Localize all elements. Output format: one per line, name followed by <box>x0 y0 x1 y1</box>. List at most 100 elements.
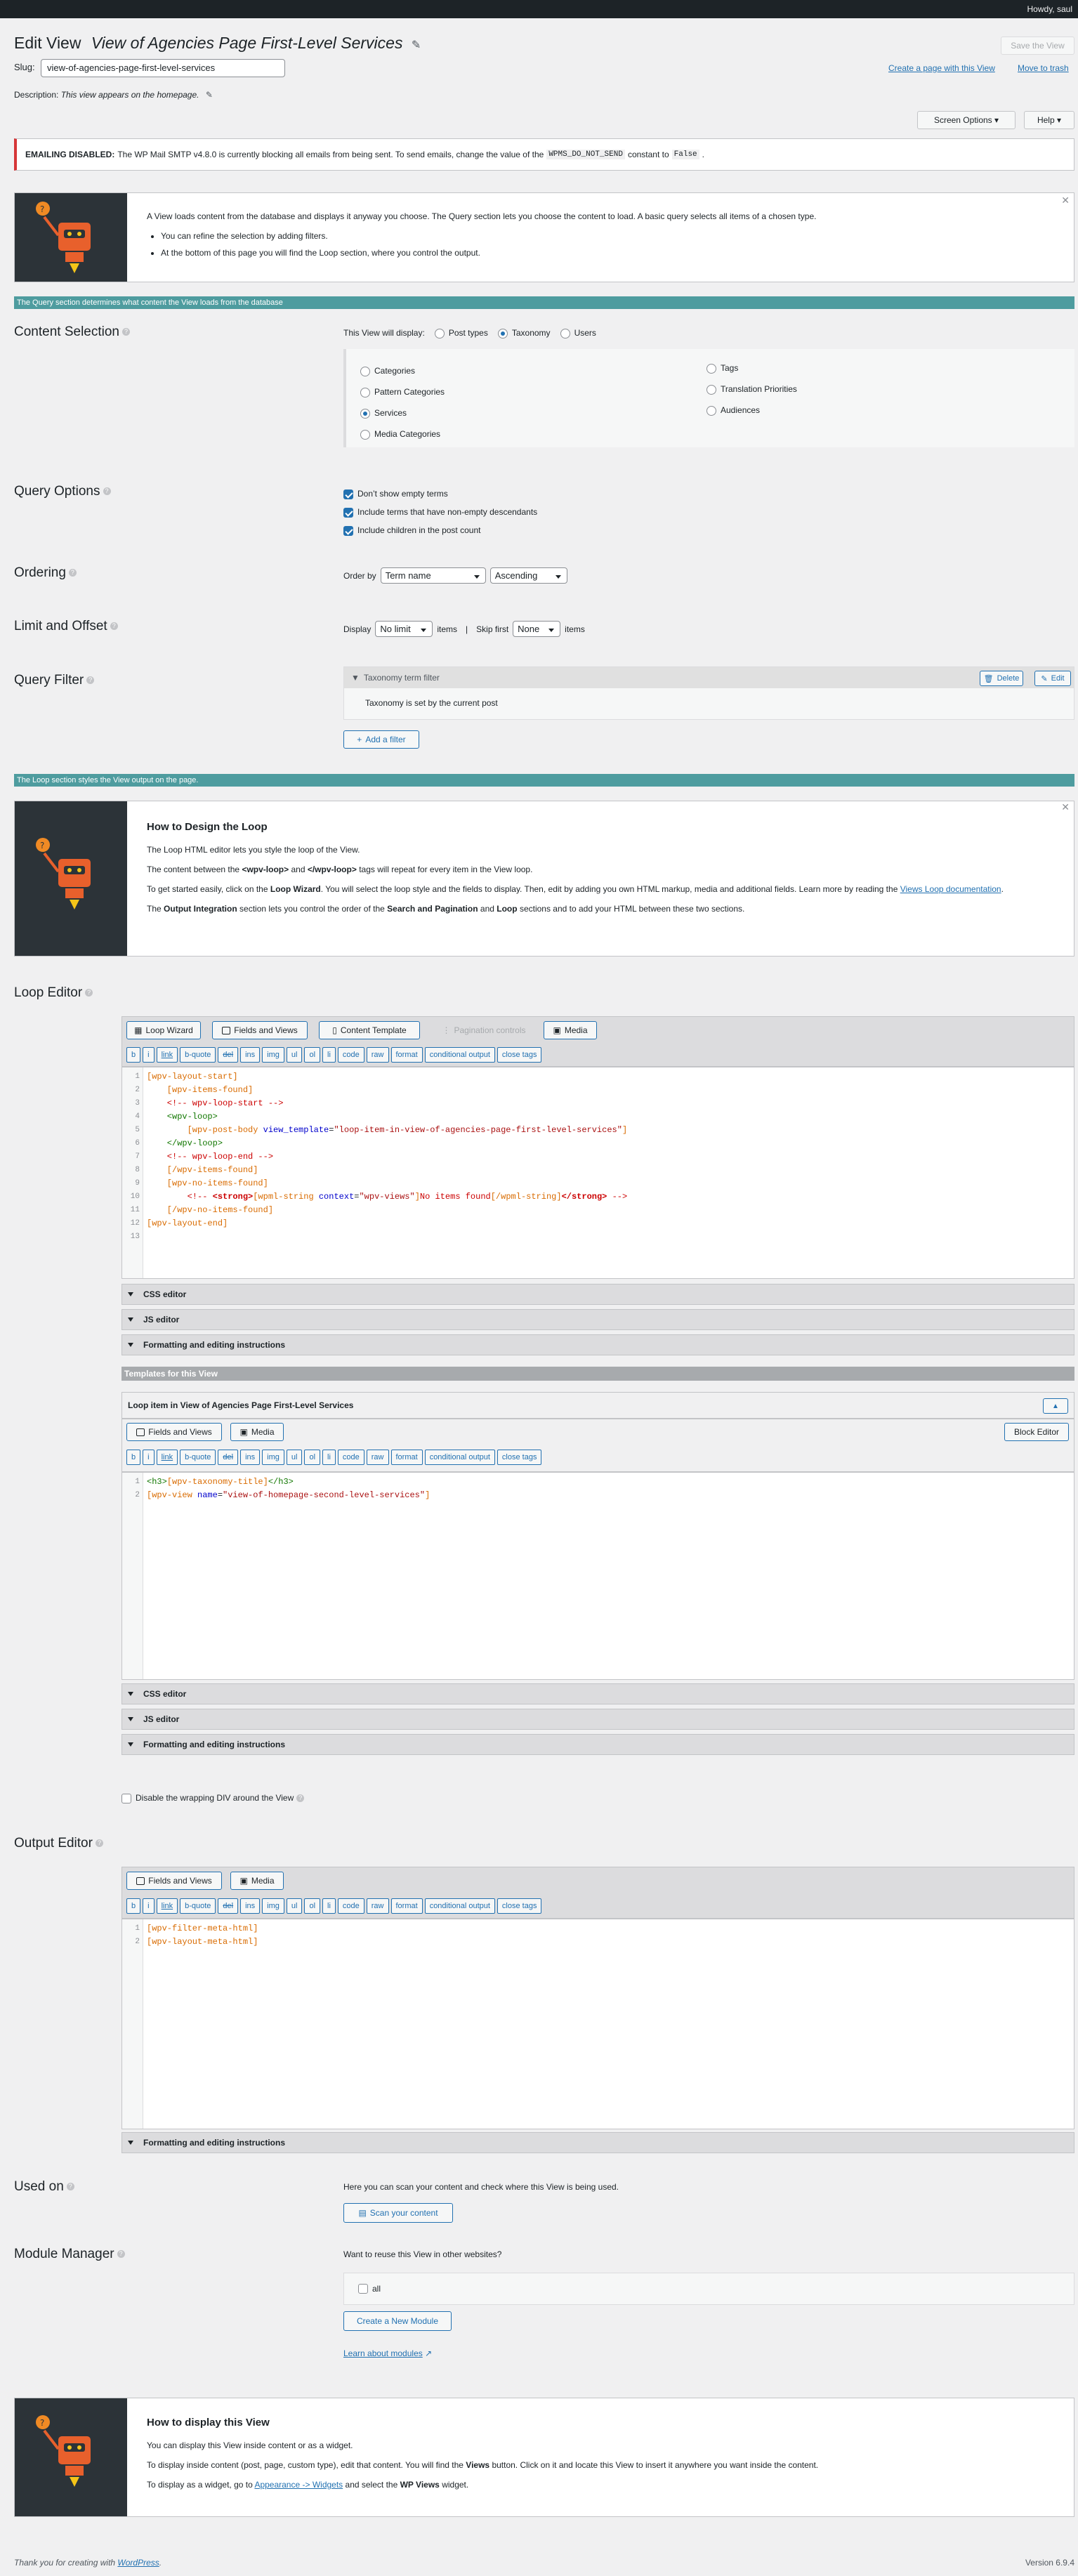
close-icon[interactable]: ✕ <box>1061 195 1070 206</box>
learn-about-modules-link[interactable]: Learn about modules ↗ <box>343 2348 432 2358</box>
loop-js-editor-toggle[interactable]: JS editor <box>121 1309 1074 1330</box>
help-icon[interactable]: ? <box>85 989 93 997</box>
qt-raw[interactable]: raw <box>366 1047 389 1063</box>
pencil-icon[interactable]: ✎ <box>206 90 213 100</box>
help-icon[interactable]: ? <box>68 569 77 577</box>
qt-close-tags[interactable]: close tags <box>497 1898 542 1914</box>
loop-formatting-toggle[interactable]: Formatting and editing instructions <box>121 1334 1074 1355</box>
radio-tags[interactable]: Tags <box>706 357 797 379</box>
template-formatting-toggle[interactable]: Formatting and editing instructions <box>121 1734 1074 1755</box>
loop-css-editor-toggle[interactable]: CSS editor <box>121 1284 1074 1305</box>
limit-select[interactable]: No limit <box>375 621 433 637</box>
close-icon[interactable]: ✕ <box>1061 801 1070 813</box>
help-icon[interactable]: ? <box>122 328 130 336</box>
help-icon[interactable]: ? <box>86 676 95 685</box>
create-page-link[interactable]: Create a page with this View <box>888 63 995 73</box>
order-by-select[interactable]: Term name <box>380 567 486 584</box>
qt-link[interactable]: link <box>156 1898 178 1914</box>
output-fields-and-views-button[interactable]: Fields and Views <box>126 1872 222 1890</box>
collapse-template-button[interactable]: ▲ <box>1043 1398 1068 1414</box>
appearance-widgets-link[interactable]: Appearance -> Widgets <box>254 2480 343 2490</box>
save-view-button[interactable]: Save the View <box>1001 37 1074 55</box>
radio-translation-priorities[interactable]: Translation Priorities <box>706 379 797 400</box>
help-icon[interactable]: ? <box>103 487 111 496</box>
qt-bold[interactable]: b <box>126 1450 141 1465</box>
qt-ins[interactable]: ins <box>240 1898 261 1914</box>
move-to-trash-link[interactable]: Move to trash <box>1018 63 1069 73</box>
qt-bold[interactable]: b <box>126 1047 141 1063</box>
help-icon[interactable]: ? <box>110 622 118 631</box>
qt-format[interactable]: format <box>390 1047 423 1063</box>
qt-li[interactable]: li <box>322 1450 336 1465</box>
output-code-editor[interactable]: 12 [wpv-filter-meta-html] [wpv-layout-me… <box>121 1919 1074 2129</box>
template-fields-and-views-button[interactable]: Fields and Views <box>126 1423 222 1441</box>
help-icon[interactable]: ? <box>117 2250 125 2259</box>
qt-italic[interactable]: i <box>143 1047 155 1063</box>
edit-filter-button[interactable]: ✎ Edit <box>1034 671 1071 686</box>
description-value[interactable]: This view appears on the homepage. <box>61 90 199 100</box>
delete-filter-button[interactable]: 🗑 Delete <box>980 671 1023 686</box>
qt-ins[interactable]: ins <box>240 1450 261 1465</box>
qt-bquote[interactable]: b-quote <box>180 1898 216 1914</box>
qt-code[interactable]: code <box>337 1450 364 1465</box>
qt-conditional-output[interactable]: conditional output <box>424 1047 495 1063</box>
qt-img[interactable]: img <box>262 1898 284 1914</box>
radio-media-categories[interactable]: Media Categories <box>360 423 445 445</box>
wordpress-link[interactable]: WordPress <box>117 2558 159 2568</box>
scan-content-button[interactable]: ▤ Scan your content <box>343 2203 453 2223</box>
checkbox-include-children-count[interactable]: Include children in the post count <box>343 521 537 539</box>
loop-wizard-button[interactable]: ▦ Loop Wizard <box>126 1021 201 1039</box>
radio-services[interactable]: Services <box>360 402 445 423</box>
qt-ul[interactable]: ul <box>286 1047 303 1063</box>
qt-link[interactable]: link <box>156 1047 178 1063</box>
add-filter-button[interactable]: + Add a filter <box>343 730 419 749</box>
qt-raw[interactable]: raw <box>366 1898 389 1914</box>
slug-input[interactable]: view-of-agencies-page-first-level-servic… <box>41 59 285 77</box>
template-js-editor-toggle[interactable]: JS editor <box>121 1709 1074 1730</box>
views-loop-documentation-link[interactable]: Views Loop documentation <box>900 884 1001 894</box>
pagination-controls-button[interactable]: ⋮ Pagination controls <box>431 1021 537 1039</box>
radio-users[interactable]: Users <box>560 328 596 339</box>
qt-format[interactable]: format <box>390 1450 423 1465</box>
create-module-button[interactable]: Create a New Module <box>343 2311 452 2331</box>
qt-li[interactable]: li <box>322 1898 336 1914</box>
qt-del[interactable]: del <box>218 1047 239 1063</box>
help-icon[interactable]: ? <box>66 2183 74 2191</box>
loop-code-editor[interactable]: 1 2 3 4 5 6 7 8 9 10 11 12 13 [wpv-layout-start] [wp… <box>121 1067 1074 1279</box>
block-editor-button[interactable]: Block Editor <box>1004 1423 1069 1441</box>
radio-categories[interactable]: Categories <box>360 360 445 381</box>
qt-close-tags[interactable]: close tags <box>497 1450 542 1465</box>
radio-pattern-categories[interactable]: Pattern Categories <box>360 381 445 402</box>
radio-audiences[interactable]: Audiences <box>706 400 797 421</box>
qt-italic[interactable]: i <box>143 1450 155 1465</box>
order-direction-select[interactable]: Ascending <box>489 567 567 584</box>
qt-bquote[interactable]: b-quote <box>180 1047 216 1063</box>
template-media-button[interactable]: ▣ Media <box>230 1423 284 1441</box>
skip-select[interactable]: None <box>513 621 561 637</box>
template-css-editor-toggle[interactable]: CSS editor <box>121 1683 1074 1704</box>
qt-img[interactable]: img <box>262 1450 284 1465</box>
media-button[interactable]: ▣ Media <box>544 1021 597 1039</box>
disable-wrapping-div-checkbox[interactable]: Disable the wrapping DIV around the View… <box>121 1793 305 1803</box>
help-icon[interactable]: ? <box>95 1839 103 1848</box>
qt-close-tags[interactable]: close tags <box>497 1047 542 1063</box>
qt-ol[interactable]: ol <box>304 1047 321 1063</box>
output-media-button[interactable]: ▣ Media <box>230 1872 284 1890</box>
qt-bquote[interactable]: b-quote <box>180 1450 216 1465</box>
qt-ul[interactable]: ul <box>286 1450 303 1465</box>
qt-bold[interactable]: b <box>126 1898 141 1914</box>
help-icon[interactable]: ? <box>296 1794 305 1803</box>
qt-conditional-output[interactable]: conditional output <box>424 1450 495 1465</box>
radio-post-types[interactable]: Post types <box>434 328 488 339</box>
qt-raw[interactable]: raw <box>366 1450 389 1465</box>
fields-and-views-button[interactable]: Fields and Views <box>212 1021 308 1039</box>
qt-italic[interactable]: i <box>143 1898 155 1914</box>
qt-img[interactable]: img <box>262 1047 284 1063</box>
pencil-icon[interactable]: ✎ <box>412 39 421 51</box>
qt-del[interactable]: del <box>218 1898 239 1914</box>
qt-ul[interactable]: ul <box>286 1898 303 1914</box>
qt-conditional-output[interactable]: conditional output <box>424 1898 495 1914</box>
checkbox-hide-empty-terms[interactable]: Don’t show empty terms <box>343 485 537 503</box>
module-all-checkbox[interactable]: all <box>343 2273 1074 2305</box>
howdy-link[interactable]: Howdy, saul <box>1027 4 1072 14</box>
